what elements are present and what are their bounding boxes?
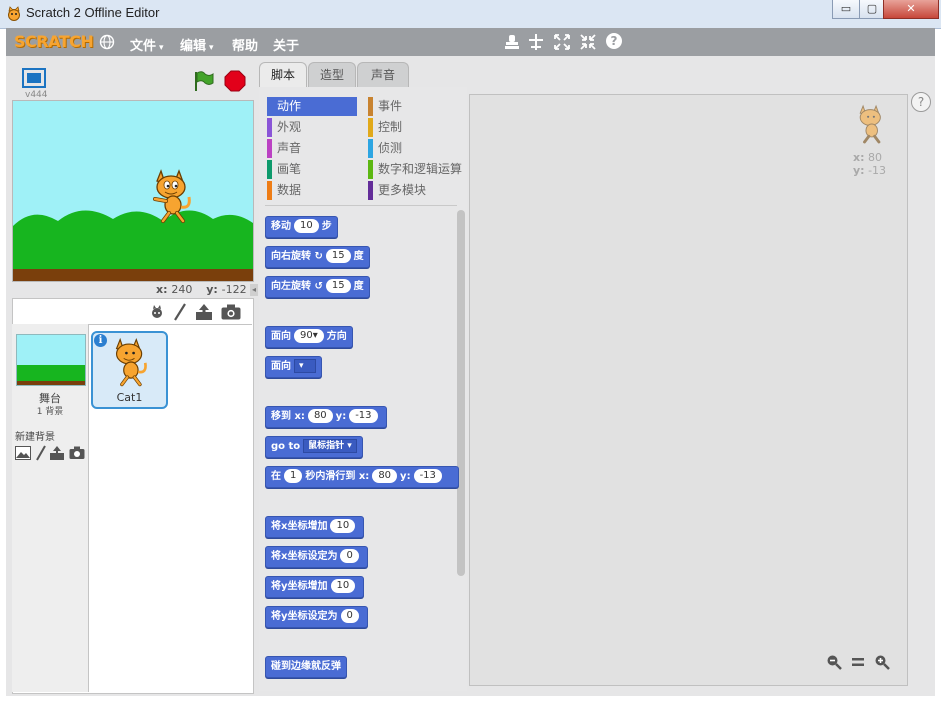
paint-backdrop-from-library-icon[interactable] [15,446,31,460]
zoom-controls [822,652,898,672]
category-pen[interactable]: 画笔 [267,160,357,179]
sprite-info-icon[interactable]: i [94,334,107,347]
palette-divider [265,205,457,206]
choose-sprite-from-library-icon[interactable] [148,303,166,321]
backdrop-count: 1 背景 [36,407,64,417]
script-area[interactable]: x: 80 y: -13 [469,94,908,686]
block-point-towards[interactable]: 面向 ▾ [265,356,322,378]
block-set-y[interactable]: 将y坐标设定为 0 [265,606,368,628]
turn-left-icon: ↺ [314,281,323,292]
window-title: Scratch 2 Offline Editor [26,5,160,20]
block-change-y[interactable]: 将y坐标增加 10 [265,576,365,598]
green-flag-icon[interactable] [192,69,216,93]
shrink-icon[interactable] [579,33,597,51]
zoom-in-icon[interactable] [874,654,890,670]
scratch-logo[interactable]: SCRATCH [14,32,94,51]
menu-help[interactable]: 帮助 [232,35,258,54]
thumb-grass [17,365,85,381]
thumb-ground [17,381,85,385]
maximize-button[interactable]: ▢ [859,0,885,19]
block-turn-right[interactable]: 向右旋转 ↻ 15 度 [265,246,370,268]
stop-sign-icon[interactable] [224,70,246,92]
minimize-button[interactable]: ▭ [832,0,860,19]
block-go-to-xy[interactable]: 移到 x: 80 y: -13 [265,406,387,428]
block-go-to[interactable]: go to 鼠标指针 ▾ [265,436,363,458]
stage-thumbnail-column: 舞台 1 背景 新建背景 [12,324,89,692]
block-set-x[interactable]: 将x坐标设定为 0 [265,546,368,568]
new-sprite-toolbar [89,299,252,325]
tips-help-icon[interactable]: ? [911,92,931,112]
paint-new-backdrop-icon[interactable] [35,445,47,461]
block-change-x[interactable]: 将x坐标增加 10 [265,516,365,538]
stage-backdrop [13,101,253,281]
camera-backdrop-icon[interactable] [69,446,85,460]
block-move-steps[interactable]: 移动 10 步 [265,216,338,238]
turn-right-icon: ↻ [314,251,323,262]
new-backdrop-label: 新建背景 [15,432,55,443]
presentation-mode-icon[interactable] [22,68,46,88]
category-looks[interactable]: 外观 [267,118,357,137]
stage-thumbnail[interactable] [16,334,86,386]
sprite-position-readout: x: 80 y: -13 [853,151,887,177]
close-button[interactable]: ✕ [883,0,939,19]
category-events[interactable]: 事件 [368,97,458,116]
tab-sounds[interactable]: 声音 [357,62,409,87]
sprite-name: Cat1 [116,391,143,404]
current-sprite-ghost-icon [859,104,881,144]
sprite-thumbnail-cat1[interactable]: i Cat1 [91,331,168,409]
block-glide[interactable]: 在 1 秒内滑行到 x: 80 y: -13 [265,466,459,488]
block-bounce-on-edge[interactable]: 碰到边缘就反弹 [265,656,347,678]
upload-sprite-icon[interactable] [195,303,213,321]
tab-scripts[interactable]: 脚本 [259,62,307,88]
category-control[interactable]: 控制 [368,118,458,137]
zoom-out-icon[interactable] [826,654,842,670]
version-label: v444 [25,90,48,100]
cut-icon[interactable] [527,33,545,51]
category-data[interactable]: 数据 [267,181,357,200]
category-operators[interactable]: 数字和逻辑运算 [368,160,464,179]
category-sensing[interactable]: 侦测 [368,139,458,158]
window-titlebar: Scratch 2 Offline Editor ▭ ▢ ✕ [0,0,941,29]
stage-canvas[interactable] [12,100,254,282]
category-motion[interactable]: 动作 [267,97,357,116]
cat-thumbnail-image [115,337,147,387]
stamp-icon[interactable] [503,33,521,51]
menubar: SCRATCH 文件 ▾ 编辑 ▾ 帮助 关于 ? [6,28,935,56]
block-point-in-direction[interactable]: 面向 90▾ 方向 [265,326,353,348]
tab-costumes[interactable]: 造型 [308,62,356,87]
grow-icon[interactable] [553,33,571,51]
camera-sprite-icon[interactable] [221,304,241,320]
mouse-coordinates: x: 240 y: -122 [156,283,247,296]
upload-backdrop-icon[interactable] [49,445,65,461]
category-sound[interactable]: 声音 [267,139,357,158]
zoom-reset-icon[interactable] [851,655,865,669]
help-icon[interactable]: ? [606,33,622,49]
category-more-blocks[interactable]: 更多模块 [368,181,458,200]
stage-header: v444 [12,64,252,100]
cat-sprite-on-stage[interactable] [147,167,197,225]
language-globe-icon[interactable] [99,34,115,50]
paint-new-sprite-icon[interactable] [173,303,187,321]
block-turn-left[interactable]: 向左旋转 ↺ 15 度 [265,276,370,298]
menu-about[interactable]: 关于 [273,35,299,54]
palette-scrollbar[interactable] [457,210,465,576]
collapse-stage-arrow[interactable]: ◂ [250,284,258,296]
scratch-cat-app-icon [8,6,20,21]
menu-edit[interactable]: 编辑 ▾ [180,35,214,54]
menu-file[interactable]: 文件 ▾ [130,35,164,54]
